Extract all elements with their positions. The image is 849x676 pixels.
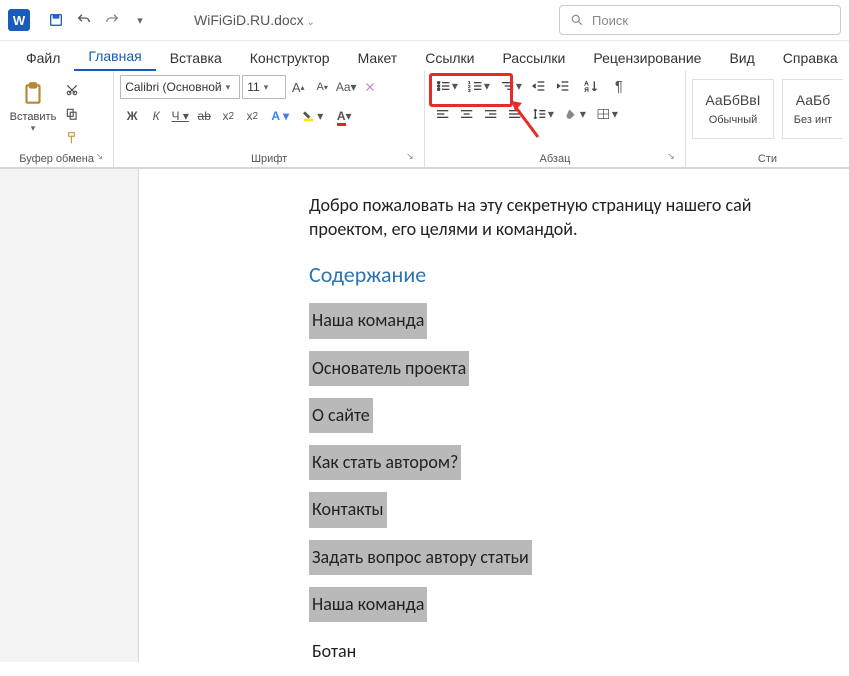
ribbon: Вставить ▾ Буфер обмена ↘ C [0,71,849,169]
font-group-label: Шрифт [251,153,287,165]
borders-icon[interactable]: ▾ [591,103,623,125]
paragraph-dialog-launcher-icon[interactable]: ↘ [665,151,677,163]
multilevel-list-icon[interactable]: ▾ [495,75,527,97]
tab-layout[interactable]: Макет [344,44,412,71]
align-center-icon[interactable] [455,103,479,125]
sort-icon[interactable]: AЯ [575,75,607,97]
paragraph-group-label: Абзац [540,153,571,165]
tab-references[interactable]: Ссылки [411,44,488,71]
strikethrough-icon[interactable]: ab [192,105,216,127]
italic-icon[interactable]: К [144,105,168,127]
increase-indent-icon[interactable] [551,75,575,97]
toc-item[interactable]: О сайте [309,398,373,433]
svg-text:A: A [584,81,588,87]
bullet-list-icon[interactable]: ▾ [431,75,463,97]
underline-icon[interactable]: Ч ▾ [168,105,192,127]
shading-icon[interactable]: ▾ [559,103,591,125]
tab-view[interactable]: Вид [715,44,768,71]
copy-icon[interactable] [60,103,84,125]
decrease-indent-icon[interactable] [527,75,551,97]
search-icon [570,13,584,27]
body-paragraph[interactable]: Добро пожаловать на эту секретную страни… [309,193,849,242]
tab-help[interactable]: Справка [769,44,849,71]
toc-heading[interactable]: Содержание [309,260,849,290]
svg-text:3: 3 [468,88,471,93]
show-marks-icon[interactable]: ¶ [607,75,631,97]
bold-icon[interactable]: Ж [120,105,144,127]
style-no-spacing[interactable]: АаБб Без инт [782,79,843,139]
tab-review[interactable]: Рецензирование [579,44,715,71]
ribbon-tabs: Файл Главная Вставка Конструктор Макет С… [0,41,849,71]
style-normal[interactable]: АаБбВвI Обычный [692,79,774,139]
tab-design[interactable]: Конструктор [236,44,344,71]
font-color-icon[interactable]: A ▾ [328,105,360,127]
align-right-icon[interactable] [479,103,503,125]
numbered-list-icon[interactable]: 123▾ [463,75,495,97]
tab-home[interactable]: Главная [74,42,155,71]
font-size-combo[interactable]: 11 [242,75,286,99]
document-page[interactable]: Добро пожаловать на эту секретную страни… [139,169,849,662]
grow-font-icon[interactable]: A▴ [286,76,310,98]
tab-insert[interactable]: Вставка [156,44,236,71]
search-placeholder: Поиск [592,13,628,28]
styles-group-label: Сти [758,153,777,165]
undo-icon[interactable] [70,6,98,34]
format-painter-icon[interactable] [60,127,84,149]
change-case-icon[interactable]: Aa▾ [334,76,358,98]
clipboard-group-label: Буфер обмена [19,153,94,165]
subscript-icon[interactable]: x2 [216,105,240,127]
highlight-icon[interactable]: ▾ [296,105,328,127]
paste-button[interactable]: Вставить ▾ [6,75,60,139]
shrink-font-icon[interactable]: A▾ [310,76,334,98]
font-dialog-launcher-icon[interactable]: ↘ [404,151,416,163]
toc-item[interactable]: Наша команда [309,303,427,338]
justify-icon[interactable] [503,103,527,125]
qat-customize-icon[interactable]: ▾ [126,6,154,34]
superscript-icon[interactable]: x2 [240,105,264,127]
redo-icon[interactable] [98,6,126,34]
toc-item[interactable]: Наша команда [309,587,427,622]
line-spacing-icon[interactable]: ▾ [527,103,559,125]
save-icon[interactable] [42,6,70,34]
document-title[interactable]: WiFiGiD.RU.docx [194,12,315,28]
text-effects-icon[interactable]: A ▾ [264,105,296,127]
tab-mailings[interactable]: Рассылки [489,44,580,71]
clear-formatting-icon[interactable] [358,76,382,98]
tab-file[interactable]: Файл [12,44,74,71]
cut-icon[interactable] [60,79,84,101]
search-input[interactable]: Поиск [559,5,841,35]
toc-item[interactable]: Как стать автором? [309,445,461,480]
svg-text:Я: Я [584,88,588,93]
align-left-icon[interactable] [431,103,455,125]
clipboard-dialog-launcher-icon[interactable]: ↘ [93,151,105,163]
left-margin-area [0,169,139,662]
font-name-combo[interactable]: Calibri (Основной [120,75,240,99]
word-app-icon: W [8,9,30,31]
toc-item[interactable]: Задать вопрос автору статьи [309,540,532,575]
toc-item[interactable]: Контакты [309,492,387,527]
toc-item[interactable]: Основатель проекта [309,351,469,386]
body-text[interactable]: Ботан [309,634,359,669]
